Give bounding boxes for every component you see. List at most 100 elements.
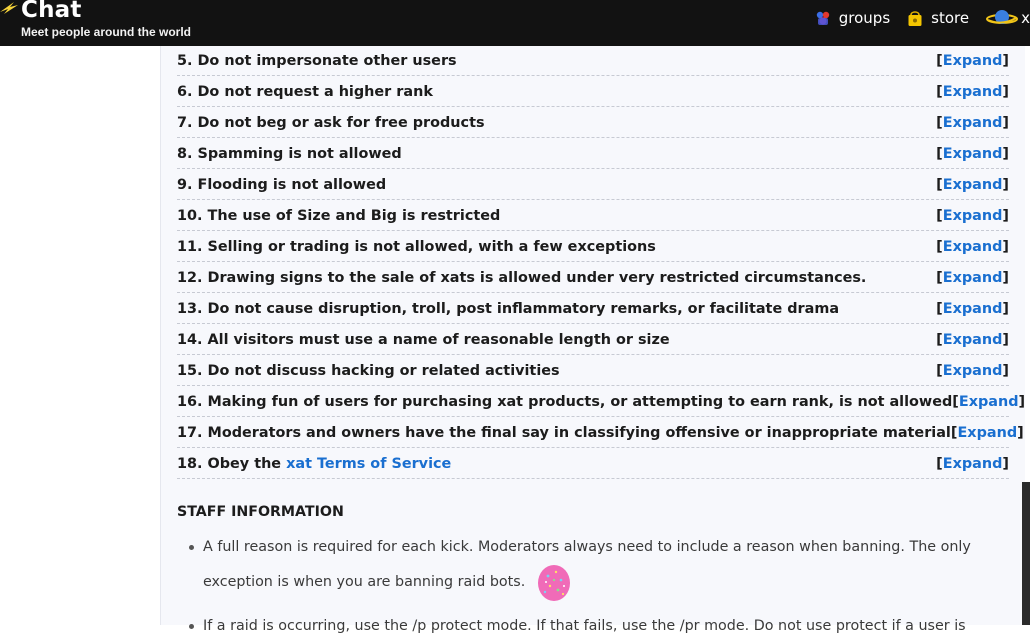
rule-row: 5. Do not impersonate other users [Expand…	[177, 46, 1009, 76]
rule-row: 17. Moderators and owners have the final…	[177, 418, 1024, 448]
staff-bullet: If a raid is occurring, use the /p prote…	[187, 611, 987, 641]
rule-row: 6. Do not request a higher rank [Expand]	[177, 77, 1009, 107]
rule-row: 11. Selling or trading is not allowed, w…	[177, 232, 1009, 262]
rule-label: 10. The use of Size and Big is restricte…	[177, 207, 501, 224]
expand-link[interactable]: Expand	[957, 425, 1017, 441]
top-bar: Chat Meet people around the world groups…	[0, 0, 1030, 46]
expand-link[interactable]: Expand	[943, 53, 1003, 69]
staff-bullet-text: A full reason is required for each kick.…	[203, 539, 971, 590]
expand-link[interactable]: Expand	[943, 146, 1003, 162]
rule-label: 16. Making fun of users for purchasing x…	[177, 393, 953, 410]
expand-link[interactable]: Expand	[943, 456, 1003, 472]
rules-list: 5. Do not impersonate other users [Expand…	[177, 46, 1025, 480]
expand-link[interactable]: Expand	[943, 363, 1003, 379]
expand-control: [Expand]	[936, 53, 1009, 69]
expand-link[interactable]: Expand	[943, 84, 1003, 100]
expand-bracket-open: [	[936, 83, 943, 100]
rule-text: 16. Making fun of users for purchasing x…	[177, 394, 952, 410]
expand-bracket-close: ]	[1002, 176, 1009, 193]
rule-label: 8. Spamming is not allowed	[177, 145, 402, 162]
expand-bracket-close: ]	[1002, 145, 1009, 162]
expand-control: [Expand]	[936, 208, 1009, 224]
rule-label: 13. Do not cause disruption, troll, post…	[177, 300, 840, 317]
rule-text: 17. Moderators and owners have the final…	[177, 425, 951, 441]
expand-bracket-open: [	[936, 362, 943, 379]
expand-link[interactable]: Expand	[943, 115, 1003, 131]
expand-control: [Expand]	[936, 115, 1009, 131]
rule-text: 15. Do not discuss hacking or related ac…	[177, 363, 560, 379]
expand-bracket-close: ]	[1002, 52, 1009, 69]
expand-control: [Expand]	[936, 301, 1009, 317]
expand-bracket-close: ]	[1002, 207, 1009, 224]
rule-label: 12. Drawing signs to the sale of xats is…	[177, 269, 867, 286]
terms-of-service-link[interactable]: xat Terms of Service	[286, 456, 451, 472]
expand-control: [Expand]	[936, 332, 1009, 348]
expand-control: [Expand]	[936, 239, 1009, 255]
expand-control: [Expand]	[936, 177, 1009, 193]
staff-information-heading: STAFF INFORMATION	[177, 504, 344, 520]
expand-link[interactable]: Expand	[943, 208, 1003, 224]
expand-bracket-close: ]	[1002, 83, 1009, 100]
rule-label: 7. Do not beg or ask for free products	[177, 114, 485, 131]
expand-bracket-open: [	[936, 238, 943, 255]
expand-bracket-close: ]	[1002, 300, 1009, 317]
bullet-dot-icon	[189, 545, 194, 550]
nav-groups-label: groups	[838, 9, 891, 27]
expand-bracket-open: [	[936, 114, 943, 131]
staff-bullet: A full reason is required for each kick.…	[187, 532, 987, 602]
expand-control: [Expand]	[936, 270, 1009, 286]
rule-text: 9. Flooding is not allowed	[177, 177, 386, 193]
rule-label: 5. Do not impersonate other users	[177, 52, 457, 69]
rule-label: 15. Do not discuss hacking or related ac…	[177, 362, 560, 379]
expand-bracket-close: ]	[1002, 331, 1009, 348]
expand-link[interactable]: Expand	[959, 394, 1019, 410]
expand-link[interactable]: Expand	[943, 270, 1003, 286]
expand-bracket-open: [	[936, 331, 943, 348]
nav-store[interactable]: store	[906, 9, 969, 27]
rule-text: 5. Do not impersonate other users	[177, 53, 457, 69]
rule-label: 6. Do not request a higher rank	[177, 83, 433, 100]
easter-egg-icon	[537, 565, 570, 601]
expand-link[interactable]: Expand	[943, 239, 1003, 255]
groups-icon	[816, 11, 829, 25]
expand-control: [Expand]	[936, 146, 1009, 162]
scrollbar[interactable]	[1022, 482, 1030, 625]
nav-groups[interactable]: groups	[814, 9, 890, 27]
nav-store-label: store	[931, 9, 970, 27]
rule-row: 15. Do not discuss hacking or related ac…	[177, 356, 1009, 386]
rule-text: 14. All visitors must use a name of reas…	[177, 332, 670, 348]
rule-row: 13. Do not cause disruption, troll, post…	[177, 294, 1009, 324]
nav-user-label: x	[1021, 9, 1030, 27]
expand-control: [Expand]	[951, 425, 1024, 441]
rule-row: 9. Flooding is not allowed [Expand]	[177, 170, 1009, 200]
nav-user[interactable]: x	[985, 7, 1030, 29]
expand-bracket-close: ]	[1017, 424, 1024, 441]
expand-bracket-open: [	[936, 207, 943, 224]
rule-label: 14. All visitors must use a name of reas…	[177, 331, 670, 348]
expand-bracket-open: [	[936, 269, 943, 286]
rule-row: 8. Spamming is not allowed [Expand]	[177, 139, 1009, 169]
rule-row: 10. The use of Size and Big is restricte…	[177, 201, 1009, 231]
rule-label: 17. Moderators and owners have the final…	[177, 424, 951, 441]
top-nav: groups store x	[814, 0, 1030, 36]
rule-text: 8. Spamming is not allowed	[177, 146, 402, 162]
expand-control: [Expand]	[952, 394, 1025, 410]
rule-text: 7. Do not beg or ask for free products	[177, 115, 485, 131]
expand-link[interactable]: Expand	[943, 301, 1003, 317]
rule-text: 13. Do not cause disruption, troll, post…	[177, 301, 839, 317]
rule-row: 12. Drawing signs to the sale of xats is…	[177, 263, 1009, 293]
rule-label: 18. Obey the	[177, 455, 287, 472]
expand-bracket-open: [	[936, 455, 943, 472]
expand-bracket-open: [	[936, 300, 943, 317]
expand-bracket-close: ]	[1002, 362, 1009, 379]
expand-control: [Expand]	[936, 456, 1009, 472]
expand-link[interactable]: Expand	[943, 177, 1003, 193]
expand-bracket-open: [	[936, 145, 943, 162]
rule-row: 7. Do not beg or ask for free products [E…	[177, 108, 1009, 138]
planet-icon	[986, 10, 1019, 24]
rule-label: 9. Flooding is not allowed	[177, 176, 387, 193]
expand-link[interactable]: Expand	[943, 332, 1003, 348]
rule-row: 14. All visitors must use a name of reas…	[177, 325, 1009, 355]
expand-bracket-close: ]	[1002, 269, 1009, 286]
rule-text: 11. Selling or trading is not allowed, w…	[177, 239, 656, 255]
